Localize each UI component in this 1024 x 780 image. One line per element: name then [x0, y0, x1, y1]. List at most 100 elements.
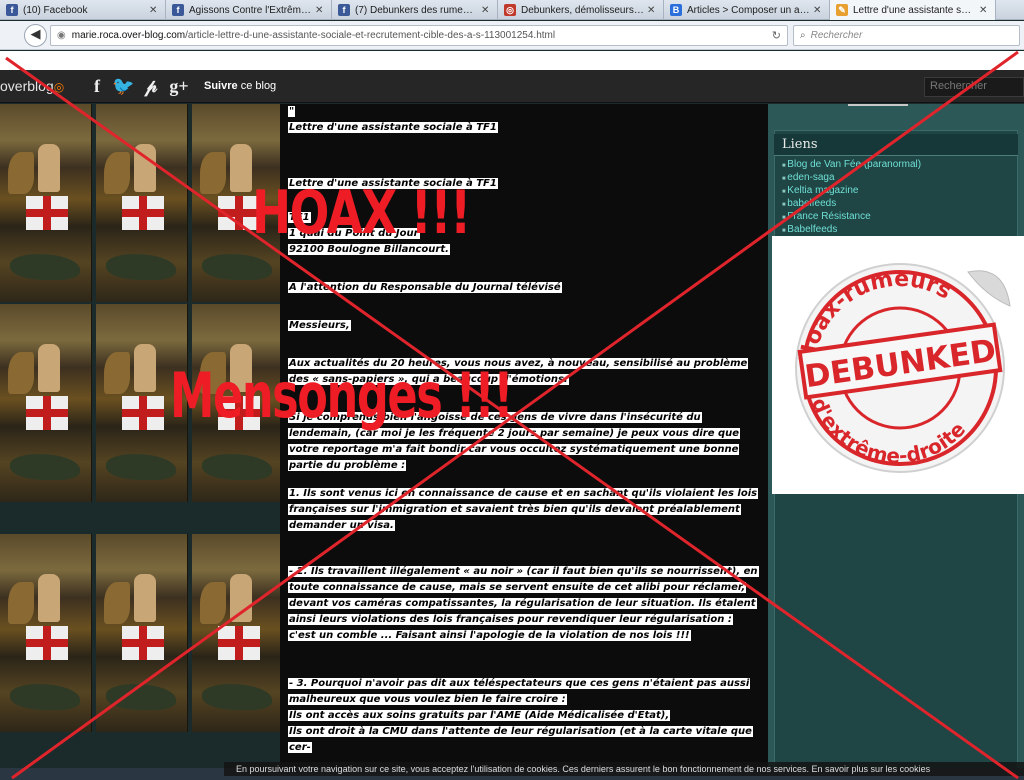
painting-wing: [8, 352, 34, 394]
sidebar-link[interactable]: Keltia magazine: [782, 185, 973, 198]
tab-title: Debunkers, démolisseurs, ...: [521, 4, 644, 16]
arrow-left-icon: ◀: [30, 27, 41, 42]
twitter-icon[interactable]: 🐦: [112, 75, 134, 97]
facebook-icon[interactable]: f: [86, 75, 108, 97]
article-paragraph: ": [288, 104, 296, 120]
painting-tile: [0, 534, 92, 732]
sidebar-top-box: [848, 104, 908, 106]
article-paragraph: Ils ont accès aux soins gratuits par l'A…: [288, 708, 671, 724]
overblog-logo[interactable]: overblog◎: [0, 78, 64, 94]
facebook-icon: f: [338, 4, 350, 16]
globe-icon: ◉: [57, 30, 66, 41]
google-plus-icon[interactable]: g+: [168, 75, 190, 97]
debunked-stamp-graphic: Hoax-rumeurs DEBUNKED d'extrême-droite: [795, 263, 1011, 473]
painting-archangel: [38, 574, 60, 622]
article-text: - 3. Pourquoi n'avoir pas dit aux télésp…: [288, 678, 751, 705]
browser-search-placeholder: Rechercher: [810, 30, 863, 41]
article-text: Ils ont droit à la CMU dans l'attente de…: [288, 726, 753, 753]
saint-michael-painting-background: [0, 104, 280, 768]
overblog-logo-text: overblog: [0, 78, 54, 94]
article-paragraph: Lettre d'une assistante sociale à TF1: [288, 120, 498, 136]
browser-tab[interactable]: f (10) Facebook ✕: [0, 0, 166, 20]
browser-nav-bar: ◀ ◉ marie.roca.over-blog.com/article-let…: [0, 21, 1024, 50]
painting-dragon: [106, 254, 176, 280]
article-text: Lettre d'une assistante sociale à TF1: [288, 122, 498, 133]
follow-bold: Suivre: [204, 80, 238, 92]
cookie-notice[interactable]: En poursuivant votre navigation sur ce s…: [224, 762, 1024, 776]
url-path: /article-lettre-d-une-assistante-sociale…: [185, 30, 556, 41]
painting-dragon: [10, 684, 80, 710]
tab-title: Lettre d'une assistante soci...: [853, 4, 976, 16]
painting-wing: [8, 152, 34, 194]
blog-icon: ◎: [504, 4, 516, 16]
painting-archangel: [230, 144, 252, 192]
tab-title: Agissons Contre l'Extrême ...: [189, 4, 312, 16]
reload-icon[interactable]: ↻: [772, 29, 781, 42]
article-paragraph: Messieurs,: [288, 318, 351, 334]
painting-archangel: [134, 344, 156, 392]
painting-tile: [0, 104, 92, 302]
close-icon[interactable]: ✕: [813, 5, 823, 16]
article-paragraph: - 2. Ils travaillent illégalement « au n…: [288, 564, 760, 644]
browser-tab[interactable]: f Agissons Contre l'Extrême ... ✕: [166, 0, 332, 20]
browser-tab[interactable]: B Articles > Composer un art... ✕: [664, 0, 830, 20]
pinterest-icon[interactable]: 𝓅: [140, 75, 162, 97]
painting-archangel: [230, 574, 252, 622]
close-icon[interactable]: ✕: [315, 5, 325, 16]
painting-archangel: [134, 144, 156, 192]
painting-archangel: [134, 574, 156, 622]
browser-tab[interactable]: f (7) Debunkers des rumeurs... ✕: [332, 0, 498, 20]
painting-wing: [104, 352, 130, 394]
blog-header: overblog◎ f 🐦 𝓅 g+ Suivre ce blog Recher…: [0, 70, 1024, 103]
painting-wing: [104, 152, 130, 194]
browser-search-input[interactable]: ⌕ Rechercher: [793, 25, 1020, 46]
article-paragraph: Ils ont droit à la CMU dans l'attente de…: [288, 724, 760, 756]
painting-red-cross-shield: [218, 626, 260, 660]
painting-archangel: [38, 344, 60, 392]
follow-rest: ce blog: [240, 80, 277, 92]
close-icon[interactable]: ✕: [149, 5, 159, 16]
article-text: Ils ont accès aux soins gratuits par l'A…: [288, 710, 671, 721]
painting-tile: [96, 104, 188, 302]
close-icon[interactable]: ✕: [979, 5, 989, 16]
article-paragraph: 1. Ils sont venus ici en connaissance de…: [288, 486, 760, 534]
article-text: 1. Ils sont venus ici en connaissance de…: [288, 488, 759, 531]
facebook-icon: f: [172, 4, 184, 16]
tab-title: Articles > Composer un art...: [687, 4, 810, 16]
painting-dragon: [10, 454, 80, 480]
sidebar-link[interactable]: Blog de Van Fée (paranormal): [782, 159, 973, 172]
hoax-overlay-text: HOAX !!!: [252, 178, 471, 248]
painting-tile: [192, 534, 280, 732]
painting-red-cross-shield: [26, 396, 68, 430]
blog-search-input[interactable]: Rechercher: [924, 77, 1024, 97]
painting-dragon: [202, 454, 272, 480]
screenshot-root: f (10) Facebook ✕ f Agissons Contre l'Extrêm…: [0, 0, 1024, 780]
follow-blog-link[interactable]: Suivre ce blog: [204, 80, 276, 92]
blog-search-placeholder: Rechercher: [930, 80, 987, 92]
sidebar-link[interactable]: babelfeeds: [782, 198, 973, 211]
painting-dragon: [10, 254, 80, 280]
close-icon[interactable]: ✕: [481, 5, 491, 16]
tab-title: (7) Debunkers des rumeurs...: [355, 4, 478, 16]
links-heading: Liens: [774, 134, 1018, 156]
browser-tab[interactable]: ◎ Debunkers, démolisseurs, ... ✕: [498, 0, 664, 20]
article-text: Messieurs,: [288, 320, 351, 331]
close-icon[interactable]: ✕: [647, 5, 657, 16]
article-paragraph: A l'attention du Responsable du Journal …: [288, 280, 562, 296]
painting-archangel: [38, 144, 60, 192]
browser-tab[interactable]: ✎ Lettre d'une assistante soci... ✕: [830, 0, 996, 20]
address-bar[interactable]: ◉ marie.roca.over-blog.com/article-lettr…: [50, 25, 788, 46]
sidebar-link[interactable]: France Résistance: [782, 211, 973, 224]
article-text: ": [288, 106, 296, 117]
sidebar-link[interactable]: eden-saga: [782, 172, 973, 185]
debunked-stamp: Hoax-rumeurs DEBUNKED d'extrême-droite: [772, 236, 1024, 494]
painting-wing: [104, 582, 130, 624]
browser-tab-bar: f (10) Facebook ✕ f Agissons Contre l'Extrêm…: [0, 0, 1024, 20]
facebook-icon: f: [6, 4, 18, 16]
painting-dragon: [106, 454, 176, 480]
back-button[interactable]: ◀: [24, 24, 47, 47]
painting-red-cross-shield: [122, 396, 164, 430]
painting-dragon: [202, 684, 272, 710]
painting-wing: [8, 582, 34, 624]
mensonges-overlay-text: Mensonges !!!: [170, 359, 514, 432]
